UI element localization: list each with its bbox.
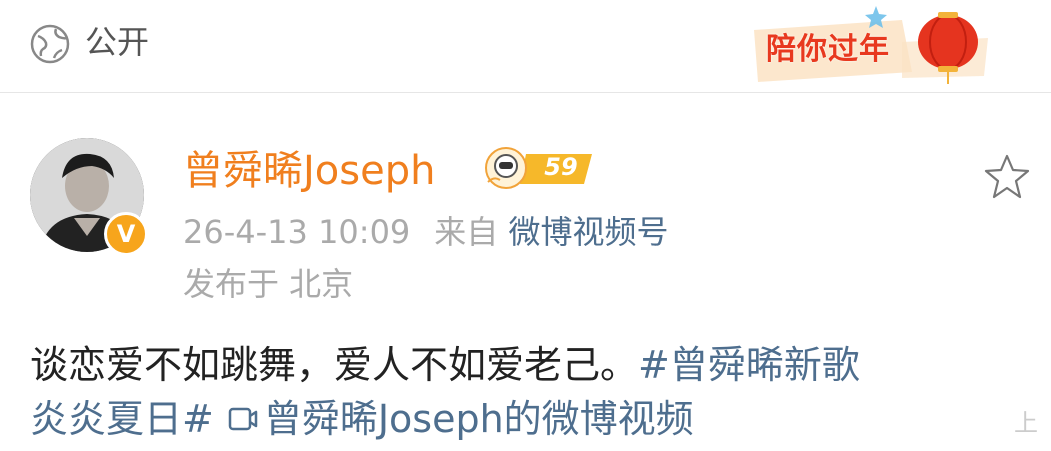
video-icon [228, 395, 258, 431]
verified-badge: V [104, 212, 148, 256]
post-time: 26-4-13 10:09 [183, 213, 411, 251]
post-text: 谈恋爱不如跳舞，爱人不如爱老己。 [30, 343, 639, 387]
expand-text-button[interactable]: 上 [1014, 408, 1038, 438]
author-name[interactable]: 曾舜晞Joseph [183, 146, 435, 196]
post-meta: 26-4-13 10:09 来自 微博视频号 [183, 210, 668, 254]
visibility-label[interactable]: 公开 [85, 22, 149, 62]
video-link[interactable]: 曾舜晞Joseph的微博视频 [264, 397, 694, 441]
visibility-bar: 公开 陪你过年 [0, 0, 1051, 93]
globe-icon [30, 24, 70, 64]
post-source-link[interactable]: 微博视频号 [508, 213, 668, 251]
banner-text: 陪你过年 [766, 32, 890, 67]
hashtag-link-part1[interactable]: #曾舜晞新歌 [638, 343, 860, 387]
post-text-line-1: 谈恋爱不如跳舞，爱人不如爱老己。#曾舜晞新歌 [30, 338, 1020, 392]
user-level-badge[interactable]: 59 [480, 144, 596, 192]
new-year-banner[interactable]: 陪你过年 [752, 2, 992, 88]
user-level-number: 59 [544, 153, 578, 181]
favorite-star-icon[interactable] [982, 152, 1032, 202]
post-location: 发布于 北京 [183, 265, 354, 303]
source-prefix: 来自 [434, 213, 499, 251]
hashtag-link-part2[interactable]: 炎炎夏日# [30, 397, 214, 441]
